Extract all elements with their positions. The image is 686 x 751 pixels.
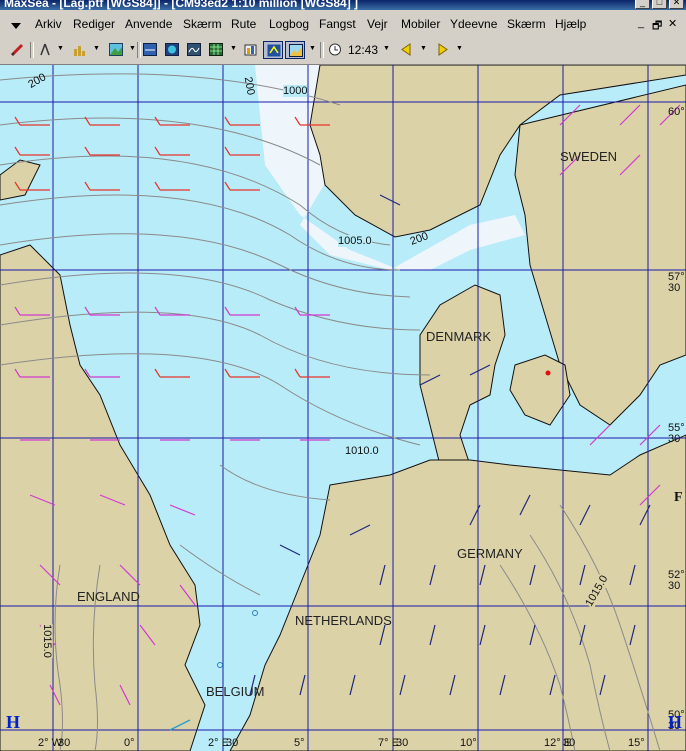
globe-icon bbox=[165, 43, 179, 56]
land-shetland bbox=[0, 159, 41, 201]
harbour-marker bbox=[252, 610, 258, 616]
menu-mobiler[interactable]: Mobiler bbox=[401, 17, 440, 31]
chart-tool-button[interactable] bbox=[70, 41, 90, 59]
lon-label: 30 bbox=[396, 737, 409, 749]
clock-icon bbox=[329, 43, 341, 56]
land-zealand bbox=[509, 354, 571, 426]
dropdown-arrow-icon[interactable]: ▼ bbox=[93, 45, 100, 52]
arrow-left-icon bbox=[401, 43, 411, 56]
country-label-england: ENGLAND bbox=[77, 589, 140, 604]
mdi-minimize-button[interactable]: _ bbox=[638, 17, 644, 29]
lat-label: 57° 30 bbox=[668, 271, 685, 294]
lon-label: 15° bbox=[628, 737, 645, 749]
compass-tool-button[interactable] bbox=[35, 41, 55, 59]
lon-label: 10° bbox=[460, 737, 477, 749]
harbour-marker bbox=[217, 662, 223, 668]
menu-logbog[interactable]: Logbog bbox=[269, 17, 309, 31]
mdi-close-button[interactable]: ✕ bbox=[668, 17, 677, 30]
menu-fangst[interactable]: Fangst bbox=[319, 17, 356, 31]
lon-label: 30 bbox=[58, 737, 71, 749]
rotate-icon bbox=[267, 44, 281, 57]
dropdown-arrow-icon[interactable]: ▼ bbox=[420, 45, 427, 52]
globe-button[interactable] bbox=[162, 41, 182, 59]
isobar-label: 1000 bbox=[283, 85, 308, 97]
menu-ydeevne[interactable]: Ydeevne bbox=[450, 17, 497, 31]
toolbar: ▼ ▼ ▼ ▼ ▼ 12:43 ▼ ▼ ▼ bbox=[0, 36, 686, 65]
country-label-denmark: DENMARK bbox=[426, 329, 492, 344]
pencil-icon bbox=[10, 43, 24, 56]
arrow-right-icon bbox=[438, 43, 448, 56]
close-button[interactable]: ✕ bbox=[669, 0, 684, 9]
country-label-belgium: BELGIUM bbox=[206, 684, 265, 699]
toolbar-separator bbox=[320, 42, 324, 58]
next-button[interactable] bbox=[433, 41, 453, 59]
lat-label: 52° 30 bbox=[668, 569, 685, 592]
grid-icon bbox=[209, 43, 223, 56]
chart-map[interactable]: 1000 1005.0 1010.0 1015.0 1015.0 200 200… bbox=[0, 65, 686, 751]
isobar-label: 1010.0 bbox=[345, 445, 379, 457]
land-britain bbox=[0, 244, 206, 751]
lon-label: 30 bbox=[563, 737, 576, 749]
toolbar-separator bbox=[30, 42, 34, 58]
own-ship-marker bbox=[545, 370, 551, 376]
lon-label: 0° bbox=[124, 737, 135, 749]
lat-label: 60° bbox=[668, 106, 685, 118]
menu-arkiv[interactable]: Arkiv bbox=[35, 17, 62, 31]
chart-tool-icon bbox=[74, 46, 85, 56]
country-label-germany: GERMANY bbox=[457, 546, 523, 561]
dropdown-arrow-icon[interactable]: ▼ bbox=[383, 45, 390, 52]
lon-label: 5° bbox=[294, 737, 305, 749]
menu-hjaelp[interactable]: Hjælp bbox=[555, 17, 586, 31]
menu-skaerm-2[interactable]: Skærm bbox=[507, 17, 546, 31]
menu-skaerm[interactable]: Skærm bbox=[183, 17, 222, 31]
land-continent bbox=[229, 434, 686, 751]
dropdown-arrow-icon[interactable]: ▼ bbox=[230, 45, 237, 52]
menu-bar: Arkiv Rediger Anvende Skærm Rute Logbog … bbox=[0, 10, 686, 37]
layer-icon bbox=[143, 43, 157, 56]
partial-label: F bbox=[674, 490, 683, 505]
country-label-netherlands: NETHERLANDS bbox=[295, 613, 392, 628]
map-canvas[interactable] bbox=[0, 65, 686, 751]
grid-button[interactable] bbox=[206, 41, 226, 59]
lon-label: 30 bbox=[226, 737, 239, 749]
minimize-button[interactable]: _ bbox=[635, 0, 650, 9]
previous-button[interactable] bbox=[396, 41, 416, 59]
chart-db-button[interactable] bbox=[241, 41, 261, 59]
clock-button[interactable] bbox=[325, 41, 345, 59]
maximize-button[interactable]: □ bbox=[652, 0, 667, 9]
high-pressure-marker[interactable]: H bbox=[6, 712, 20, 733]
chart-db-icon bbox=[244, 44, 257, 56]
mdi-restore-button[interactable]: 🗗 bbox=[652, 17, 662, 36]
clock-time: 12:43 bbox=[348, 43, 379, 57]
weather-button[interactable] bbox=[184, 41, 204, 59]
dropdown-arrow-icon[interactable]: ▼ bbox=[309, 45, 316, 52]
system-menu-icon[interactable] bbox=[10, 19, 22, 33]
country-label-sweden: SWEDEN bbox=[560, 149, 618, 164]
overlay-button[interactable] bbox=[285, 41, 305, 59]
weather-icon bbox=[187, 43, 201, 56]
high-pressure-marker[interactable]: H bbox=[668, 712, 682, 733]
pencil-button[interactable] bbox=[7, 41, 27, 59]
window-controls: _ □ ✕ bbox=[635, 0, 684, 9]
map-picture-button[interactable] bbox=[106, 41, 126, 59]
isobar-label: 1015.0 bbox=[40, 624, 53, 658]
title-bar: MaxSea - [Lag.ptf [WGS84]] - [CM93ed2 1:… bbox=[0, 0, 686, 10]
map-picture-icon bbox=[109, 43, 123, 56]
compass-tool-icon bbox=[40, 43, 50, 56]
menu-vejr[interactable]: Vejr bbox=[367, 17, 388, 31]
window-title: MaxSea - [Lag.ptf [WGS84]] - [CM93ed2 1:… bbox=[4, 0, 359, 10]
isobar-label: 1005.0 bbox=[338, 235, 372, 247]
menu-rediger[interactable]: Rediger bbox=[73, 17, 115, 31]
menu-anvende[interactable]: Anvende bbox=[125, 17, 172, 31]
menu-rute[interactable]: Rute bbox=[231, 17, 256, 31]
layer-button[interactable] bbox=[140, 41, 160, 59]
rotate-button[interactable] bbox=[263, 41, 283, 59]
overlay-icon bbox=[289, 44, 303, 57]
dropdown-arrow-icon[interactable]: ▼ bbox=[57, 45, 64, 52]
lat-label: 55° 30 bbox=[668, 422, 685, 445]
dropdown-arrow-icon[interactable]: ▼ bbox=[129, 45, 136, 52]
dropdown-arrow-icon[interactable]: ▼ bbox=[456, 45, 463, 52]
